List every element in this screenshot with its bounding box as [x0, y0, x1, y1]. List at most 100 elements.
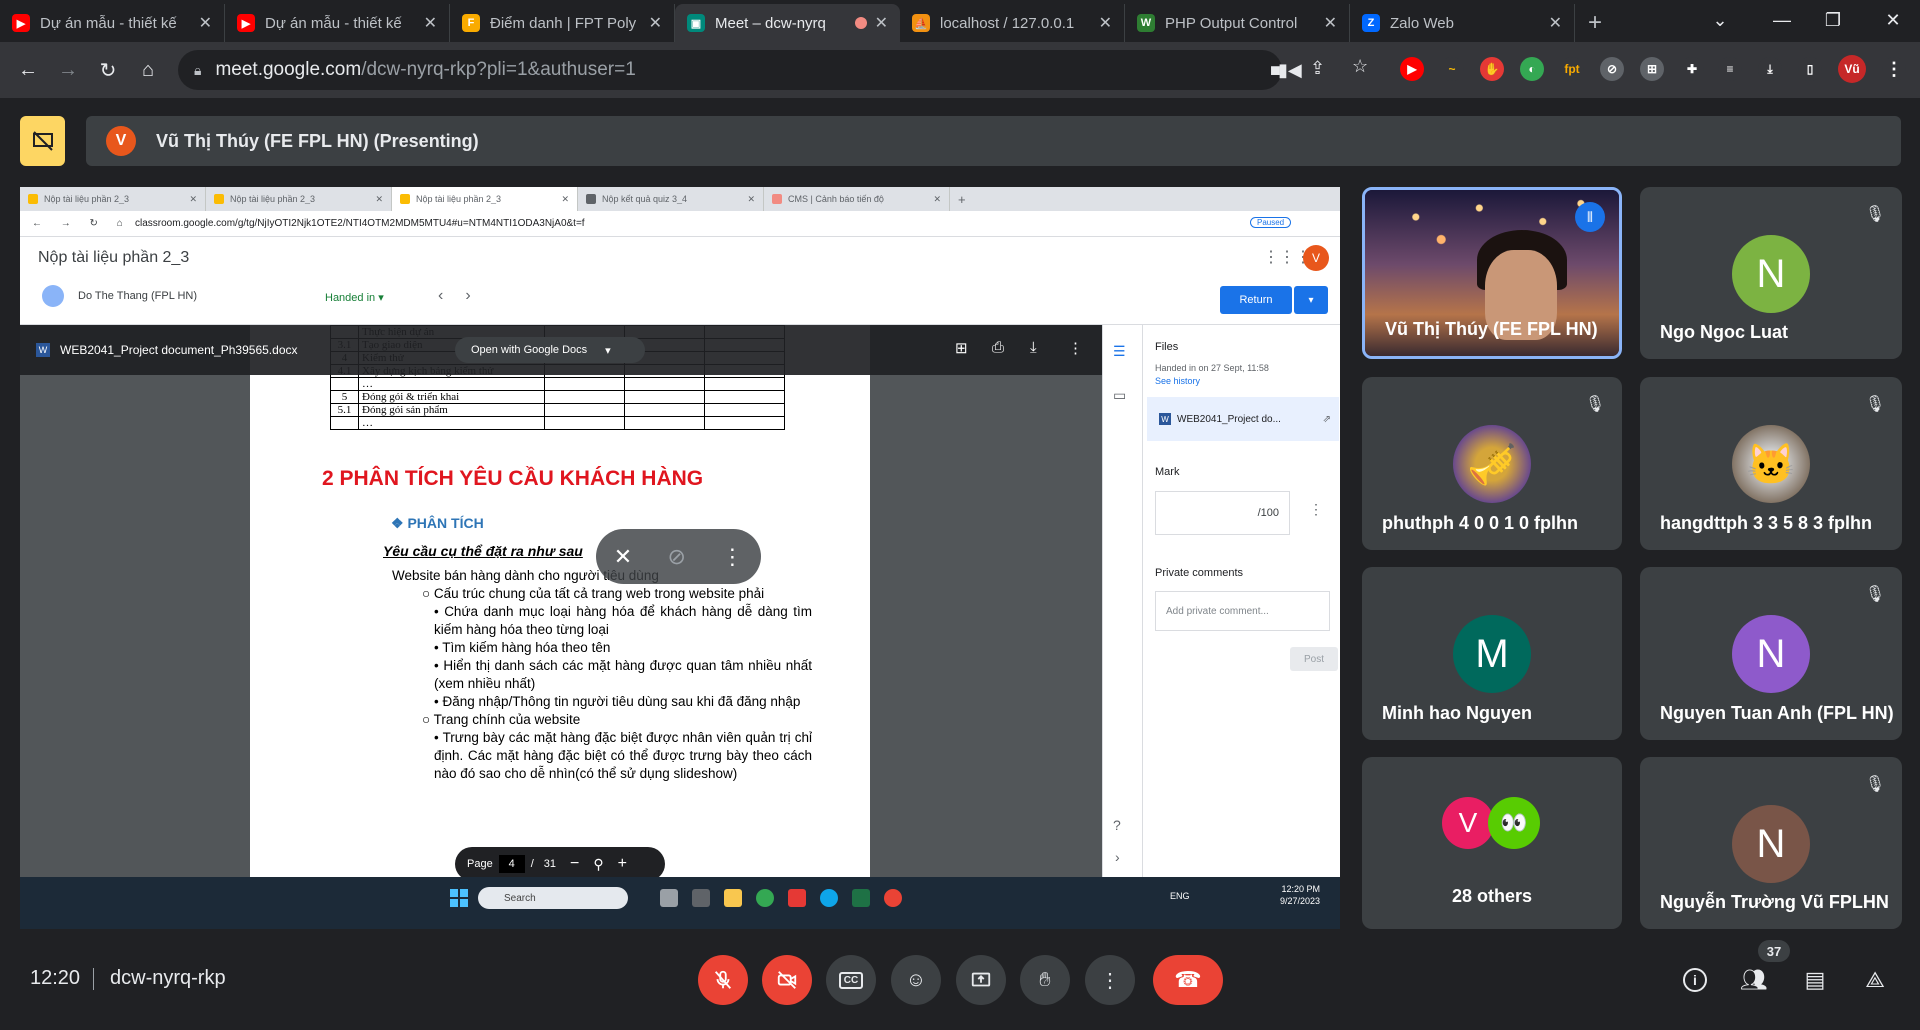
activities-icon: ⟁ — [1865, 967, 1885, 992]
share-icon[interactable]: ⇪ — [1310, 58, 1325, 79]
mic-toggle-button[interactable] — [698, 955, 748, 1005]
close-tab-icon[interactable]: ✕ — [424, 13, 437, 33]
camera-permission-icon[interactable]: ■ — [1270, 60, 1281, 81]
meeting-details-button[interactable]: i — [1675, 960, 1715, 1000]
divider — [93, 968, 94, 990]
presenter-avatar: V — [106, 126, 136, 156]
address-bar[interactable]: 🔒︎ meet.google.com/dcw-nyrq-rkp?pli=1&au… — [178, 50, 1302, 90]
participant-tile[interactable]: 🎙︎ N Nguyen Tuan Anh (FPL HN) — [1640, 567, 1902, 740]
pin-off-icon[interactable]: ✕ — [614, 544, 632, 570]
adblock-extension-icon[interactable]: ✋ — [1480, 57, 1504, 81]
close-tab-icon[interactable]: ✕ — [1324, 13, 1337, 33]
side-panel-icon[interactable]: ▯ — [1798, 57, 1822, 81]
close-tab-icon[interactable]: ✕ — [1549, 13, 1562, 33]
row-empty-cell — [704, 390, 785, 404]
more-options-icon[interactable]: ⋮ — [721, 544, 743, 570]
browser-tab[interactable]: Z Zalo Web ✕ — [1350, 4, 1575, 42]
browser-tab-active[interactable]: ▣ Meet – dcw-nyrq ✕ — [675, 4, 900, 42]
bullet-item: ○ Trang chính của website — [392, 711, 812, 729]
word-icon: W — [1159, 413, 1171, 425]
browser-tab[interactable]: W PHP Output Control ✕ — [1125, 4, 1350, 42]
home-button[interactable]: ⌂ — [128, 50, 168, 90]
bullet-text: Tìm kiếm hàng hóa theo tên — [442, 640, 611, 655]
browser-tab[interactable]: F Điểm danh | FPT Poly ✕ — [450, 4, 675, 42]
browser-tab[interactable]: ▶ Dự án mẫu - thiết kế ✕ — [0, 4, 225, 42]
hang-up-icon: ☎ — [1174, 967, 1202, 992]
activities-button[interactable]: ⟁ — [1855, 960, 1895, 1000]
reactions-button[interactable]: ☺ — [891, 955, 941, 1005]
participant-tile[interactable]: 🎙︎ 🎺 phuthph 4 0 0 1 0 fplhn — [1362, 377, 1622, 550]
present-now-button[interactable] — [956, 955, 1006, 1005]
close-tab-icon[interactable]: ✕ — [649, 13, 662, 33]
participant-tile-presenter[interactable]: ⦀ Vũ Thị Thúy (FE FPL HN) — [1362, 187, 1622, 359]
classroom-icon — [28, 194, 38, 204]
open-with-label: Open with Google Docs — [471, 344, 588, 356]
dot-bullet-icon: • — [434, 658, 444, 673]
stop-presenting-button[interactable] — [20, 116, 65, 166]
reload-button[interactable]: ↻ — [88, 50, 128, 90]
teams-icon — [788, 889, 806, 907]
close-tab-icon[interactable]: ✕ — [875, 13, 888, 33]
row-empty-cell — [544, 403, 625, 417]
classroom-icon — [400, 194, 410, 204]
others-tile[interactable]: V 👀 28 others — [1362, 757, 1622, 929]
camera-toggle-button[interactable] — [762, 955, 812, 1005]
extension-icon[interactable]: ~ — [1440, 57, 1464, 81]
forward-button[interactable]: → — [48, 50, 88, 90]
leave-call-button[interactable]: ☎ — [1153, 955, 1223, 1005]
close-tab-icon[interactable]: ✕ — [1099, 13, 1112, 33]
participant-tile[interactable]: M Minh hao Nguyen — [1362, 567, 1622, 740]
shared-tab-title: Nộp tài liệu phần 2_3 — [44, 194, 130, 204]
file-explorer-icon — [724, 889, 742, 907]
page-navigator: Page 4 / 31 − ⚲ + — [455, 847, 665, 881]
chat-button[interactable]: ▤ — [1795, 960, 1835, 1000]
participant-tile[interactable]: 🎙︎ N Nguyễn Trường Vũ FPLHN — [1640, 757, 1902, 929]
back-button[interactable]: ← — [8, 50, 48, 90]
minimize-button[interactable]: — — [1757, 0, 1807, 40]
people-button[interactable]: 👥︎ — [1734, 960, 1774, 1000]
new-tab-button[interactable]: + — [1575, 4, 1615, 42]
row-task: … — [358, 377, 545, 391]
taskbar-search: Search — [478, 887, 628, 909]
fpt-extension-icon[interactable]: fpt — [1560, 57, 1584, 81]
mark-more-icon: ⋮ — [1309, 501, 1323, 517]
mic-off-icon — [714, 970, 732, 989]
nav-icons: ← → ↻ ⌂ — [32, 218, 131, 229]
bookmark-star-icon[interactable]: ☆ — [1352, 56, 1368, 77]
close-window-button[interactable]: ✕ — [1868, 0, 1918, 40]
profile-avatar[interactable]: Vũ — [1838, 55, 1866, 83]
more-options-button[interactable]: ⋮ — [1085, 955, 1135, 1005]
browser-tab[interactable]: ▶ Dự án mẫu - thiết kế ✕ — [225, 4, 450, 42]
page-separator: / — [530, 858, 534, 870]
participant-tile[interactable]: 🎙︎ 🐱 hangdttph 3 3 5 8 3 fplhn — [1640, 377, 1902, 550]
mic-off-icon: 🎙︎ — [1584, 396, 1606, 413]
participant-tile[interactable]: 🎙︎ N Ngo Ngoc Luat — [1640, 187, 1902, 359]
row-number — [330, 416, 359, 430]
download-icon[interactable]: ⤓ — [1758, 57, 1782, 81]
youtube-extension-icon[interactable]: ▶ — [1400, 57, 1424, 81]
windows-taskbar: Search ENG 12:20 PM 9/27/2023 — [20, 877, 1340, 929]
browser-tab[interactable]: ⛵ localhost / 127.0.0.1 ✕ — [900, 4, 1125, 42]
tab-search-icon[interactable]: ⌄ — [1695, 0, 1745, 40]
taskbar-clock: 12:20 PM 9/27/2023 — [1280, 883, 1320, 907]
row-empty-cell — [624, 416, 705, 430]
row-task: Đóng gói & triển khai — [358, 390, 545, 404]
widgets-icon — [692, 889, 710, 907]
gamepad-extension-icon[interactable]: ⊞ — [1640, 57, 1664, 81]
maximize-button[interactable]: ❐ — [1808, 0, 1858, 40]
participant-name: Vũ Thị Thúy (FE FPL HN) — [1385, 319, 1598, 339]
media-queue-icon[interactable]: ≡ — [1718, 57, 1742, 81]
mute-mic-icon[interactable]: ⊘ — [668, 544, 686, 570]
menu-kebab-icon[interactable]: ⋮ — [1882, 57, 1906, 81]
captions-button[interactable]: CC — [826, 955, 876, 1005]
raise-hand-button[interactable]: ✋︎ — [1020, 955, 1070, 1005]
document-filename: WEB2041_Project document_Ph39565.docx — [60, 343, 298, 357]
participant-avatar: N — [1732, 615, 1810, 693]
puzzle-icon[interactable]: ✚ — [1680, 57, 1704, 81]
camera-icon[interactable]: ▮◀ — [1278, 60, 1302, 81]
tile-hover-controls[interactable]: ✕ ⊘ ⋮ — [596, 529, 761, 584]
color-extension-icon[interactable]: ◐ — [1520, 57, 1544, 81]
close-tab-icon[interactable]: ✕ — [199, 13, 212, 33]
vpn-off-extension-icon[interactable]: ⊘ — [1600, 57, 1624, 81]
bullet-item: • Đăng nhập/Thông tin người tiêu dùng sa… — [392, 693, 812, 711]
